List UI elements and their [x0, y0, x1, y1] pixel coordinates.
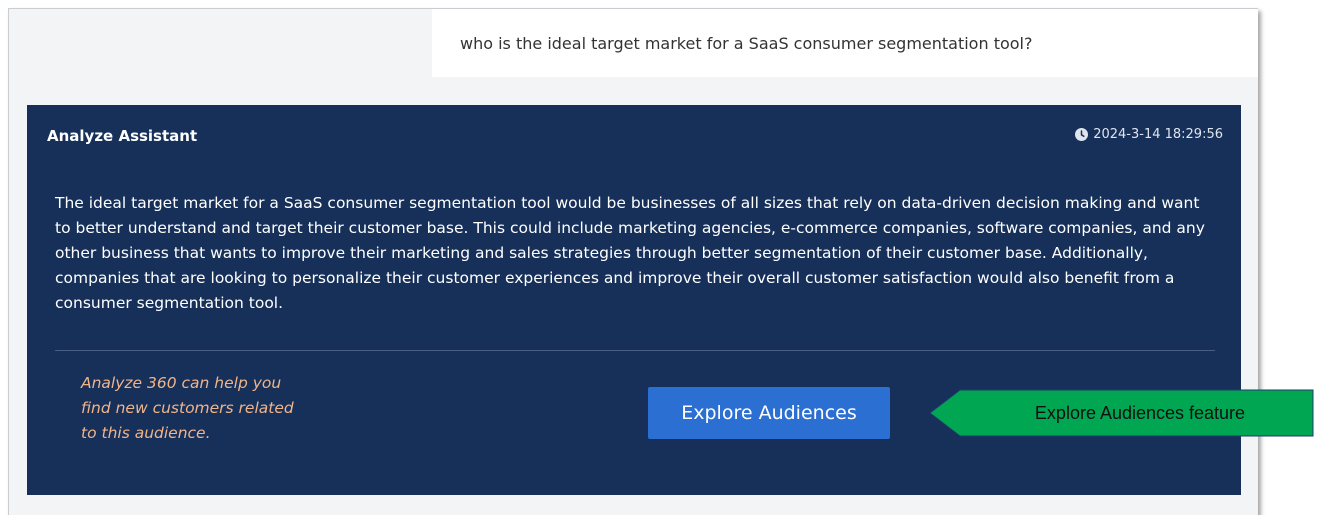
- explore-audiences-button[interactable]: Explore Audiences: [648, 387, 890, 439]
- timestamp-text: 2024-3-14 18:29:56: [1093, 127, 1223, 142]
- clock-icon: [1075, 128, 1089, 141]
- promo-text: Analyze 360 can help you find new custom…: [81, 374, 294, 442]
- chat-window: who is the ideal target market for a Saa…: [8, 8, 1258, 515]
- assistant-answer-text: The ideal target market for a SaaS consu…: [55, 194, 1205, 312]
- message-timestamp: 2024-3-14 18:29:56: [1075, 127, 1223, 142]
- callout-label: Explore Audiences feature: [1034, 402, 1246, 423]
- divider: [55, 350, 1215, 351]
- assistant-name: Analyze Assistant: [47, 127, 198, 145]
- user-message-text: who is the ideal target market for a Saa…: [460, 33, 1033, 53]
- user-message-bubble: who is the ideal target market for a Saa…: [432, 9, 1258, 77]
- explore-audiences-callout: Explore Audiences feature: [930, 389, 1314, 437]
